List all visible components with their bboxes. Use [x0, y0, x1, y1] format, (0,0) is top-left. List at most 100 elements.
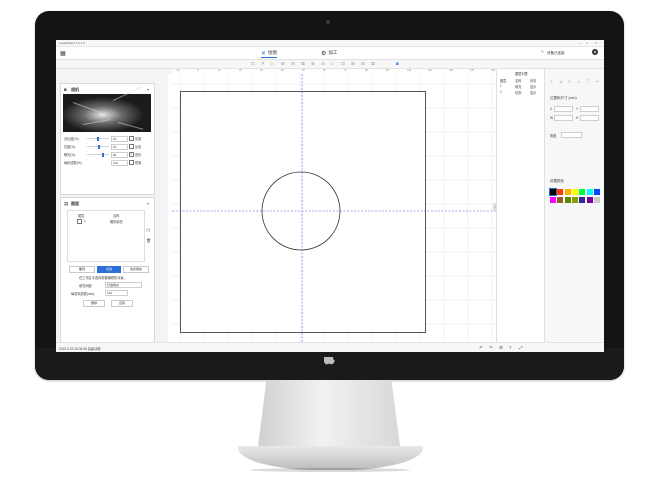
ruler-tick-label: -10 — [176, 69, 180, 72]
fill-mode-select[interactable]: 扫描填充 — [105, 282, 142, 288]
size-field-input[interactable] — [580, 106, 599, 112]
color-swatch[interactable] — [593, 189, 600, 195]
expand-icon[interactable]: ⤢ — [519, 345, 523, 350]
size-field-input[interactable] — [554, 106, 573, 112]
option-checkbox[interactable] — [129, 144, 134, 149]
close-icon[interactable]: ✕ — [595, 41, 598, 45]
rotate-input[interactable] — [561, 132, 582, 138]
size-field-input[interactable] — [580, 115, 599, 121]
color-title: 设置颜色 — [550, 179, 564, 183]
camera-icon[interactable]: ◙ — [396, 61, 399, 66]
collapse-handle-icon[interactable]: › — [493, 203, 497, 211]
size-title: 位置和尺寸 (mm) — [550, 96, 577, 100]
slider-knob[interactable] — [98, 144, 100, 149]
camera-value-input[interactable]: 50 — [111, 136, 128, 142]
camera-value-input[interactable]: 80 — [111, 152, 128, 158]
color-swatch[interactable] — [557, 189, 564, 195]
maximize-icon[interactable]: □ — [586, 41, 588, 45]
list-cell[interactable]: 显示 — [530, 90, 536, 95]
slider-knob[interactable] — [97, 136, 99, 141]
list-cell[interactable]: 1 — [500, 84, 502, 88]
list-cell[interactable]: 填充 — [515, 84, 521, 89]
toolbar-tool-icon[interactable]: ≡ — [331, 61, 334, 66]
color-swatch[interactable] — [550, 197, 556, 203]
ruler-tick-label: 120 — [449, 69, 454, 72]
color-swatch[interactable] — [564, 189, 571, 195]
align-tool-icon[interactable]: ⊤ — [586, 79, 590, 85]
size-field-label: X — [550, 107, 553, 111]
properties-panel: + ⊿ ≡ ⊥ ⊤ ⊣ 位置和尺寸 (mm) X Y W H 角度 设置颜色 — [544, 69, 604, 342]
ruler-tick-label: 0 — [197, 69, 199, 72]
delete-button[interactable]: 删除 — [83, 300, 105, 307]
toolbar-tool-icon[interactable]: ⊕ — [311, 61, 315, 67]
lines-per-mm-input[interactable]: 100 — [105, 290, 128, 296]
panel-collapse-icon[interactable]: ▾ — [147, 201, 149, 206]
color-swatch[interactable] — [571, 189, 578, 195]
camera-value-input[interactable]: 100 — [111, 160, 128, 166]
toolbar-tool-icon[interactable]: ⊞ — [351, 61, 355, 67]
connection-status[interactable]: 设备已连接 — [547, 51, 565, 56]
ruler-tick-label: 20 — [239, 69, 242, 72]
slider-knob[interactable] — [102, 152, 104, 157]
toolbar-tool-icon[interactable]: ⊟ — [291, 61, 295, 67]
help-icon[interactable]: ? — [509, 345, 512, 350]
settings-icon[interactable]: ⚙ — [499, 345, 503, 351]
apply-button[interactable]: 应用 — [111, 300, 133, 307]
list-header: 名称 — [515, 79, 522, 83]
camera-value-input[interactable]: 50 — [111, 144, 128, 150]
cut-button[interactable]: 切割 — [97, 266, 121, 273]
title-bar: LaserMaker 1.0.1.0 — □ ✕ — [56, 40, 604, 47]
size-field-input[interactable] — [554, 115, 573, 121]
minimize-icon[interactable]: — — [578, 41, 581, 45]
color-swatch[interactable] — [579, 197, 586, 203]
camera-slider[interactable] — [87, 136, 109, 141]
option-checkbox[interactable]: ✓ — [129, 152, 134, 157]
toolbar-tool-icon[interactable]: ⊞ — [281, 61, 285, 67]
ruler-tick-label: 70 — [344, 69, 347, 72]
list-cell[interactable]: 切割 — [515, 90, 521, 95]
list-cell[interactable]: 显示 — [530, 84, 536, 89]
list-cell[interactable]: 2 — [500, 90, 502, 94]
user-avatar-icon[interactable]: ● — [592, 49, 598, 55]
align-tool-icon[interactable]: ⊣ — [595, 79, 599, 85]
grid-menu-icon[interactable]: ▦ — [60, 50, 66, 57]
toolbar-tool-icon[interactable]: ▷ — [271, 61, 274, 67]
tab-process[interactable]: ⚙ 加工 — [321, 49, 337, 57]
toolbar-tool-icon[interactable]: ⊘ — [321, 61, 325, 67]
camera-slider[interactable] — [87, 152, 109, 157]
color-swatch[interactable] — [593, 197, 600, 203]
option-checkbox[interactable] — [129, 136, 134, 141]
pen-ruler-icon: ✕ — [261, 50, 267, 57]
tab-draw[interactable]: ✕ 绘图 — [261, 49, 278, 58]
color-swatch[interactable] — [571, 197, 578, 203]
toolbar-tool-icon[interactable]: ⊠ — [371, 61, 375, 67]
color-swatch[interactable] — [557, 197, 564, 203]
color-swatch[interactable] — [586, 197, 593, 203]
align-tool-icon[interactable]: ≡ — [568, 79, 571, 84]
align-tool-icon[interactable]: ⊥ — [577, 79, 581, 85]
color-swatch[interactable] — [579, 189, 586, 195]
layers-icon: ▤ — [64, 201, 69, 206]
camera-preview-image[interactable] — [63, 86, 151, 132]
copy-icon[interactable]: ❐ — [146, 228, 150, 233]
toolbar-tool-icon[interactable]: ✕ — [261, 61, 265, 67]
toolbar-tool-icon[interactable]: ⊠ — [301, 61, 305, 67]
line-fill-button[interactable]: 线条填充 — [123, 266, 149, 273]
color-swatch[interactable] — [586, 189, 593, 195]
undo-icon[interactable]: ↶ — [479, 345, 483, 351]
toolbar-tool-icon[interactable]: ⊟ — [361, 61, 365, 67]
option-checkbox[interactable] — [129, 160, 134, 165]
redo-icon[interactable]: ↷ — [489, 345, 493, 351]
engrave-button[interactable]: 雕刻 — [69, 266, 95, 273]
align-tool-icon[interactable]: + — [550, 79, 553, 84]
toolbar-tool-icon[interactable]: ⊡ — [251, 61, 255, 67]
color-swatch[interactable] — [549, 188, 557, 196]
layer-checkbox[interactable] — [77, 219, 82, 224]
trash-icon[interactable]: 🗑 — [146, 238, 151, 243]
layer-panel: ▤ 图层 ▾ 图层 名称 1 雕刻填充 ❐ 🗑 雕刻 切割 线条填充 在工作区中… — [60, 197, 155, 344]
color-swatch[interactable] — [564, 197, 571, 203]
camera-slider[interactable] — [87, 144, 109, 149]
align-tool-icon[interactable]: ⊿ — [559, 79, 563, 85]
panel-collapse-icon[interactable]: ▾ — [147, 87, 149, 92]
toolbar-tool-icon[interactable]: ⊡ — [341, 61, 345, 67]
